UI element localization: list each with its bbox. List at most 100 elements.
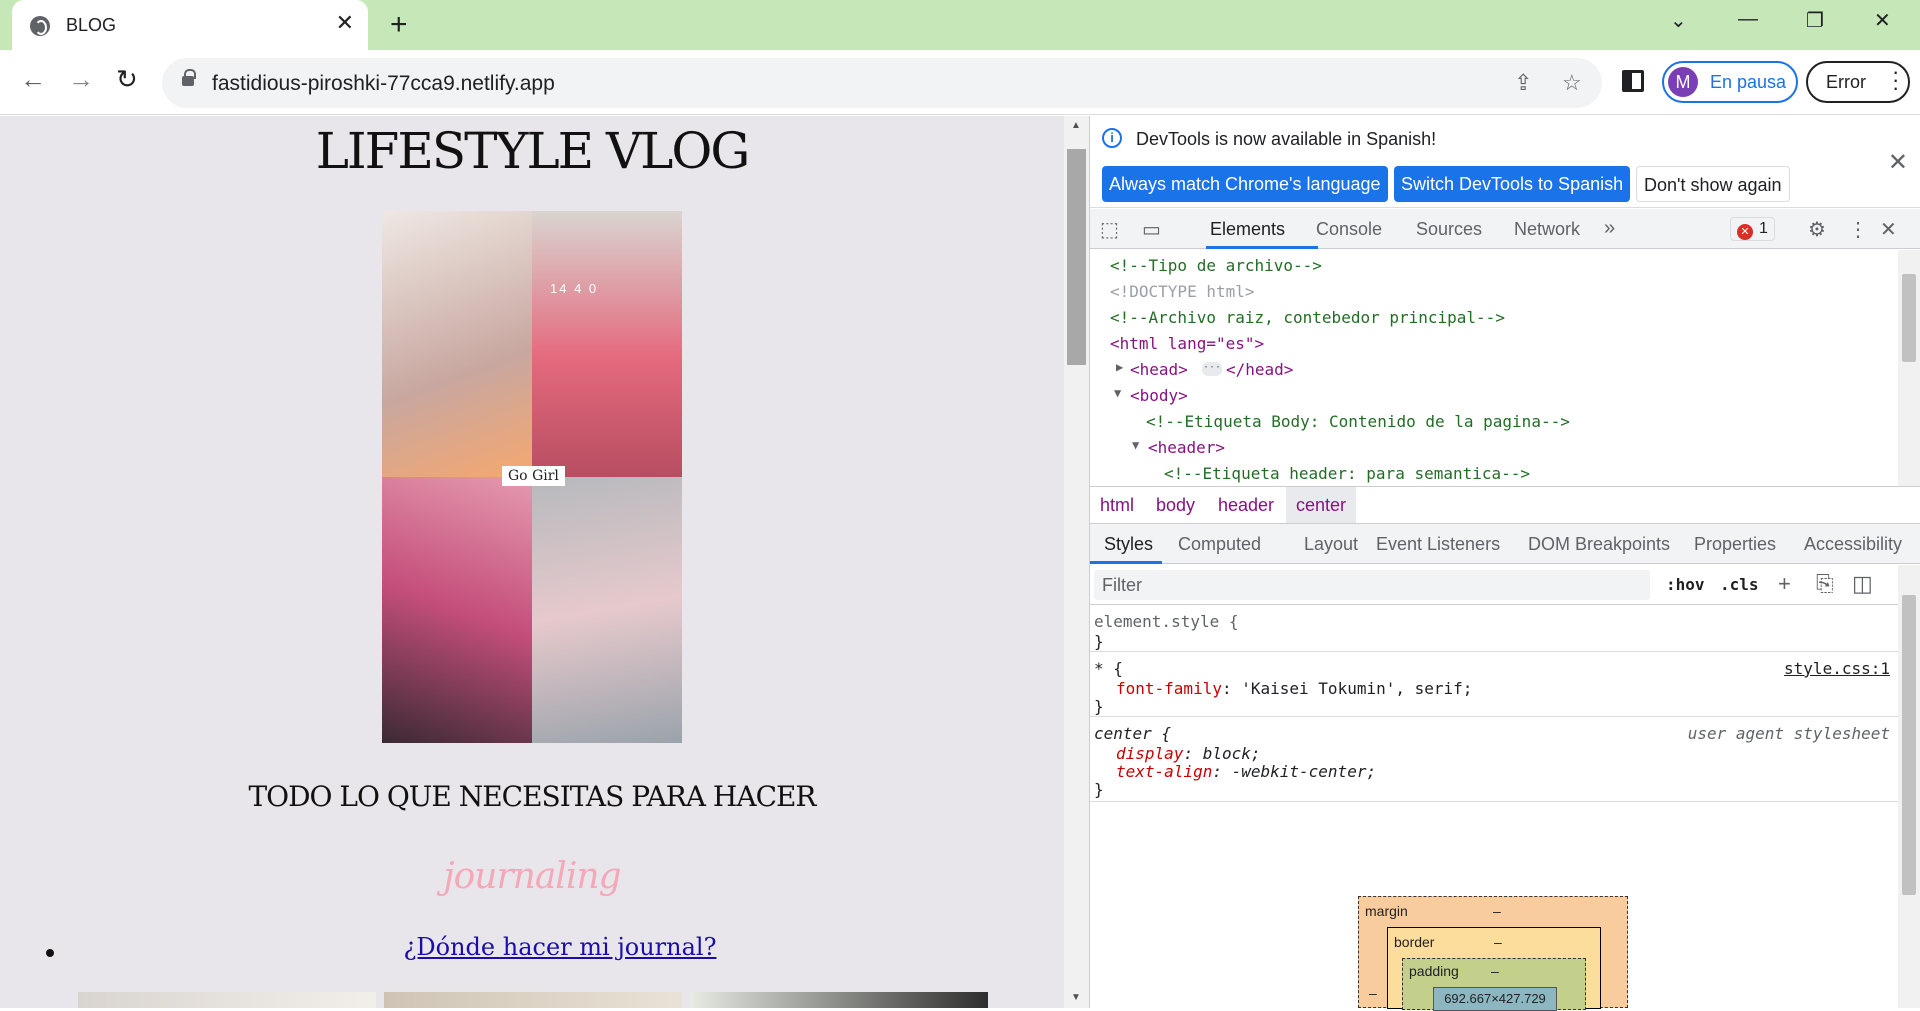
back-button[interactable]: ← bbox=[20, 66, 46, 92]
error-label: Error bbox=[1826, 72, 1866, 92]
dom-node[interactable]: <body> bbox=[1130, 386, 1188, 405]
reload-button[interactable]: ↻ bbox=[116, 66, 138, 92]
border-value[interactable]: – bbox=[1494, 934, 1502, 950]
dom-node[interactable]: </head> bbox=[1226, 360, 1293, 379]
margin-label: margin bbox=[1365, 903, 1408, 919]
journal-link[interactable]: ¿Dónde hacer mi journal? bbox=[0, 933, 1064, 961]
dont-show-again-button[interactable]: Don't show again bbox=[1636, 166, 1790, 202]
match-language-button[interactable]: Always match Chrome's language bbox=[1102, 166, 1388, 202]
tab-layout[interactable]: Layout bbox=[1304, 534, 1358, 555]
dom-scrollbar-thumb[interactable] bbox=[1902, 274, 1916, 362]
rule-source-link[interactable]: style.css:1 bbox=[1784, 659, 1890, 678]
devtools-menu-icon[interactable]: ⋮ bbox=[1848, 217, 1868, 242]
thumbnail-image[interactable] bbox=[384, 992, 682, 1008]
paint-icon[interactable]: ⎘ bbox=[1816, 571, 1834, 597]
hover-state-toggle[interactable]: :hov bbox=[1666, 575, 1705, 594]
side-panel-icon[interactable] bbox=[1622, 70, 1644, 92]
rule-element-style[interactable]: element.style { } bbox=[1090, 606, 1898, 652]
tab-search-icon[interactable]: ⌄ bbox=[1670, 8, 1687, 33]
dom-node[interactable]: <head> bbox=[1130, 360, 1188, 379]
ellipsis-icon[interactable]: ··· bbox=[1202, 362, 1222, 376]
property-name[interactable]: font-family bbox=[1116, 679, 1222, 698]
sidebar-toggle-icon[interactable]: ◫ bbox=[1852, 571, 1873, 597]
dom-node[interactable]: <html lang="es"> bbox=[1110, 334, 1264, 353]
dom-node[interactable]: <header> bbox=[1148, 438, 1225, 457]
expand-arrow-icon[interactable]: ▶ bbox=[1116, 360, 1123, 374]
collapse-arrow-icon[interactable]: ▼ bbox=[1114, 386, 1121, 400]
rule-declaration[interactable]: font-family: 'Kaisei Tokumin', serif; bbox=[1116, 679, 1472, 698]
thumbnail-image[interactable] bbox=[78, 992, 376, 1008]
close-banner-icon[interactable]: ✕ bbox=[1888, 148, 1908, 177]
box-model-content[interactable]: 692.667×427.729 bbox=[1433, 987, 1557, 1011]
tab-computed[interactable]: Computed bbox=[1178, 534, 1261, 555]
breadcrumb-body[interactable]: body bbox=[1156, 495, 1195, 516]
new-rule-icon[interactable]: + bbox=[1778, 571, 1791, 597]
new-tab-button[interactable]: + bbox=[390, 10, 408, 40]
error-menu-button[interactable]: Error · · · bbox=[1806, 61, 1910, 103]
rule-center[interactable]: center { user agent stylesheet display: … bbox=[1090, 718, 1898, 802]
filter-placeholder: Filter bbox=[1102, 575, 1142, 595]
settings-gear-icon[interactable]: ⚙ bbox=[1808, 217, 1826, 242]
thumbnail-row bbox=[78, 992, 988, 1008]
margin-left-value[interactable]: – bbox=[1369, 985, 1377, 1001]
url-text[interactable]: fastidious-piroshki-77cca9.netlify.app bbox=[212, 72, 555, 96]
page-scrollbar-thumb[interactable] bbox=[1067, 149, 1086, 365]
breadcrumb-center[interactable]: center bbox=[1286, 487, 1357, 523]
tab-dom-breakpoints[interactable]: DOM Breakpoints bbox=[1528, 534, 1670, 555]
page-scrollbar[interactable]: ▲ ▼ bbox=[1064, 116, 1089, 1008]
browser-tab[interactable]: BLOG ✕ bbox=[12, 0, 368, 50]
tab-sources[interactable]: Sources bbox=[1416, 219, 1482, 240]
dom-node[interactable]: <!--Etiqueta header: para semantica--> bbox=[1164, 464, 1530, 483]
margin-value[interactable]: – bbox=[1493, 903, 1501, 919]
tab-event-listeners[interactable]: Event Listeners bbox=[1376, 534, 1500, 555]
rule-universal[interactable]: * { style.css:1 font-family: 'Kaisei Tok… bbox=[1090, 653, 1898, 717]
forward-button[interactable]: → bbox=[68, 66, 94, 92]
profile-button[interactable]: M En pausa bbox=[1662, 61, 1798, 103]
devtools-panel: i DevTools is now available in Spanish! … bbox=[1089, 116, 1920, 1011]
box-model-border: border – padding – 692.667×427.729 bbox=[1387, 927, 1601, 1011]
lock-icon[interactable] bbox=[182, 69, 196, 86]
collapse-arrow-icon[interactable]: ▼ bbox=[1132, 438, 1139, 452]
error-counter[interactable]: ✕ 1 bbox=[1730, 217, 1775, 241]
styles-scrollbar[interactable] bbox=[1898, 565, 1920, 1008]
restore-button[interactable]: ❐ bbox=[1806, 8, 1824, 33]
rule-selector: center { bbox=[1094, 724, 1172, 743]
tab-elements[interactable]: Elements bbox=[1210, 219, 1285, 240]
dom-node[interactable]: <!--Archivo raiz, contebedor principal--… bbox=[1110, 308, 1505, 327]
styles-scrollbar-thumb[interactable] bbox=[1902, 595, 1916, 895]
more-tabs-icon[interactable]: » bbox=[1604, 217, 1615, 240]
inspect-element-icon[interactable]: ⬚ bbox=[1100, 217, 1119, 242]
dom-tree[interactable]: <!--Tipo de archivo--> <!DOCTYPE html> <… bbox=[1090, 250, 1920, 486]
filter-input[interactable] bbox=[1094, 570, 1650, 600]
hero-collage-image: 14 4 0 Go Girl bbox=[382, 211, 682, 743]
share-icon[interactable]: ⇪ bbox=[1514, 70, 1532, 96]
breadcrumb-header[interactable]: header bbox=[1218, 495, 1274, 516]
dom-node[interactable]: <!DOCTYPE html> bbox=[1110, 282, 1255, 301]
devtools-tabbar: ⬚ ▭ Elements Console Sources Network » ✕… bbox=[1090, 209, 1920, 249]
bookmark-star-icon[interactable]: ☆ bbox=[1562, 70, 1582, 96]
scroll-down-arrow-icon[interactable]: ▼ bbox=[1071, 992, 1081, 1003]
tab-network[interactable]: Network bbox=[1514, 219, 1580, 240]
property-value[interactable]: 'Kaisei Tokumin', serif; bbox=[1241, 679, 1472, 698]
rule-source-label: user agent stylesheet bbox=[1687, 724, 1890, 743]
dom-node[interactable]: <!--Etiqueta Body: Contenido de la pagin… bbox=[1146, 412, 1570, 431]
padding-value[interactable]: – bbox=[1491, 963, 1499, 979]
dom-node[interactable]: <!--Tipo de archivo--> bbox=[1110, 256, 1322, 275]
close-window-button[interactable]: ✕ bbox=[1874, 8, 1891, 33]
class-toggle[interactable]: .cls bbox=[1720, 575, 1759, 594]
tab-accessibility[interactable]: Accessibility bbox=[1804, 534, 1902, 555]
address-bar[interactable]: fastidious-piroshki-77cca9.netlify.app ⇪… bbox=[162, 58, 1602, 108]
tab-properties[interactable]: Properties bbox=[1694, 534, 1776, 555]
active-tab-indicator bbox=[1206, 246, 1318, 249]
thumbnail-image[interactable] bbox=[690, 992, 988, 1008]
scroll-up-arrow-icon[interactable]: ▲ bbox=[1071, 120, 1081, 131]
close-tab-icon[interactable]: ✕ bbox=[336, 12, 354, 34]
device-toolbar-icon[interactable]: ▭ bbox=[1142, 217, 1161, 242]
close-devtools-icon[interactable]: ✕ bbox=[1880, 217, 1897, 242]
minimize-button[interactable]: — bbox=[1738, 8, 1758, 31]
dom-scrollbar[interactable] bbox=[1898, 250, 1920, 486]
tab-styles[interactable]: Styles bbox=[1104, 534, 1153, 555]
breadcrumb-html[interactable]: html bbox=[1100, 495, 1134, 516]
tab-console[interactable]: Console bbox=[1316, 219, 1382, 240]
switch-language-button[interactable]: Switch DevTools to Spanish bbox=[1394, 166, 1631, 202]
